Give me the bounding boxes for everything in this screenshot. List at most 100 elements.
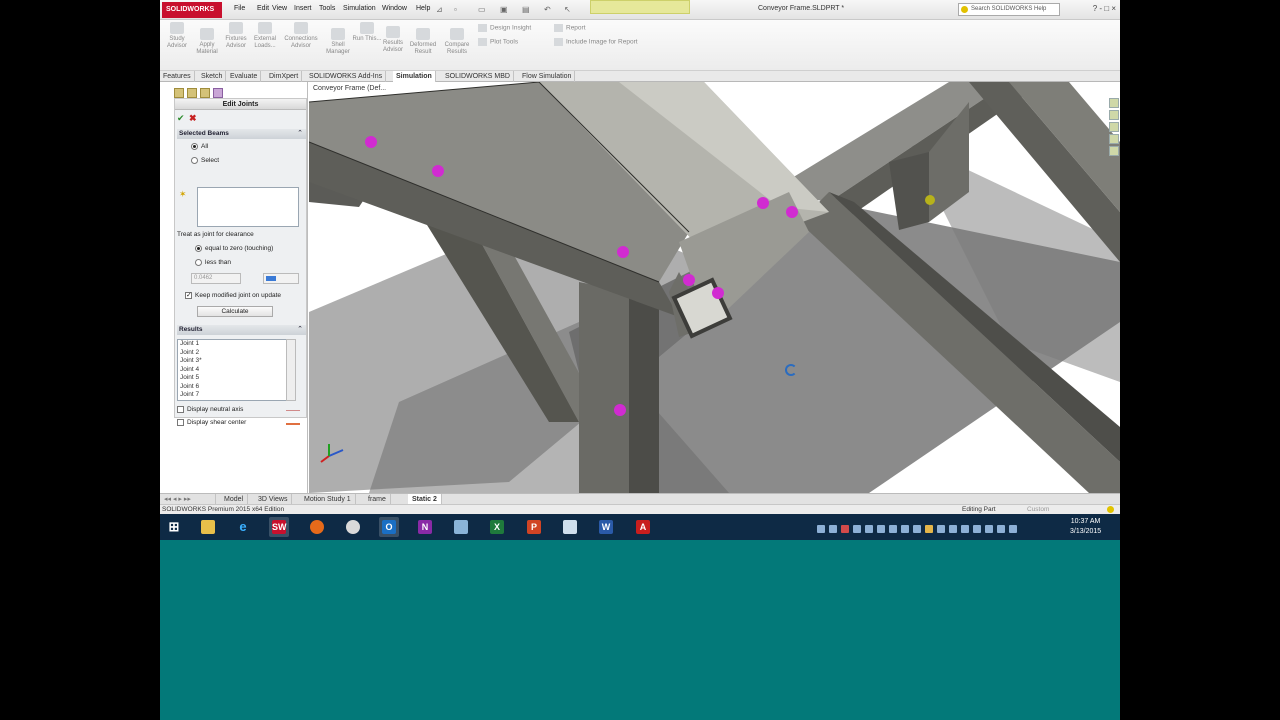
open-icon[interactable]: ▭ [478,5,486,14]
tab-evaluate[interactable]: Evaluate [227,71,262,82]
joint-marker[interactable] [365,136,377,148]
tray-icon[interactable] [829,524,837,533]
pin-icon[interactable]: ⊿ [436,5,443,14]
menu-help[interactable]: Help [416,5,430,12]
tab-simulation[interactable]: Simulation [393,71,436,82]
taskbar-paint[interactable] [343,517,363,537]
tab-features[interactable]: Features [160,71,195,82]
feature-manager-icon[interactable] [174,88,184,98]
window-controls[interactable]: ? - □ × [1093,4,1116,13]
network-tray-icon[interactable] [997,524,1005,533]
tray-icon[interactable] [949,524,957,533]
joint-marker[interactable] [712,287,724,299]
list-item[interactable]: Joint 2 [178,349,295,358]
menu-tools[interactable]: Tools [319,5,335,12]
selected-beams-header[interactable]: Selected Beams ⌃ [177,129,306,139]
taskbar-network[interactable] [451,517,471,537]
menu-simulation[interactable]: Simulation [343,5,376,12]
collapse-icon[interactable]: ⌃ [297,325,303,335]
list-item[interactable]: Joint 7 [178,391,295,400]
radio-equal-zero[interactable] [195,245,202,252]
list-item[interactable]: Joint 4 [178,366,295,375]
taskbar-word[interactable]: W [596,517,616,537]
joint-marker[interactable] [617,246,629,258]
new-icon[interactable]: ▫ [454,5,457,14]
help-search-input[interactable]: Search SOLIDWORKS Help [958,3,1060,16]
results-scrollbar[interactable] [286,339,296,401]
clearance-input[interactable]: 0.0462 [191,273,241,284]
taskbar-clock[interactable]: 10:37 AM 3/13/2015 [1070,517,1101,537]
collapse-icon[interactable]: ⌃ [297,129,303,139]
ok-button[interactable]: ✔ [177,113,185,124]
results-header[interactable]: Results ⌃ [177,325,306,335]
fixtures-advisor-button[interactable]: Fixtures Advisor [221,22,251,50]
joint-marker[interactable] [757,197,769,209]
shell-manager-button[interactable]: Shell Manager [323,28,353,56]
tray-icon[interactable] [985,524,993,533]
connections-advisor-button[interactable]: Connections Advisor [284,22,318,50]
tray-icon[interactable] [901,524,909,533]
shear-center-checkbox[interactable] [177,419,184,426]
apply-material-button[interactable]: Apply Material [192,28,222,56]
plot-tools-button[interactable]: Plot Tools [478,38,518,46]
radio-select[interactable] [191,157,198,164]
joint-marker-warning[interactable] [925,195,935,205]
solidworks-logo[interactable]: SOLIDWORKS [162,2,222,18]
help-icon[interactable] [1107,506,1114,513]
menu-insert[interactable]: Insert [294,5,312,12]
menu-edit[interactable]: Edit [257,5,269,12]
property-manager-icon[interactable] [187,88,197,98]
taskbar-excel[interactable]: X [487,517,507,537]
tab-flow-simulation[interactable]: Flow Simulation [519,71,576,82]
joint-marker[interactable] [786,206,798,218]
selected-beams-list[interactable] [197,187,299,227]
joint-marker[interactable] [432,165,444,177]
print-icon[interactable]: ▤ [522,5,530,14]
joint-marker[interactable] [614,404,626,416]
tab-addins[interactable]: SOLIDWORKS Add-Ins [306,71,387,82]
list-item[interactable]: Joint 5 [178,374,295,383]
neutral-axis-checkbox[interactable] [177,406,184,413]
tab-mbd[interactable]: SOLIDWORKS MBD [442,71,514,82]
list-item[interactable]: Joint 1 [178,340,295,349]
windows-start-button[interactable]: ⊞ [164,517,184,537]
design-insight-button[interactable]: Design Insight [478,24,531,32]
graphics-viewport[interactable]: Conveyor Frame (Def... ⌕ ⊕ ◎ ▣ ◈ ◐ ◉ ▾ ▫… [309,82,1120,493]
menu-file[interactable]: File [234,5,245,12]
taskbar-firefox[interactable] [307,517,327,537]
tab-dimxpert[interactable]: DimXpert [266,71,303,82]
taskbar-outlook[interactable]: O [379,517,399,537]
tray-icon[interactable] [877,524,885,533]
taskbar-notepad[interactable] [560,517,580,537]
tray-icon[interactable] [973,524,981,533]
include-image-button[interactable]: Include Image for Report [554,38,638,46]
unit-select[interactable] [263,273,299,284]
tab-sketch[interactable]: Sketch [198,71,227,82]
volume-icon[interactable] [1009,524,1017,533]
radio-less-than[interactable] [195,259,202,266]
cancel-button[interactable]: ✖ [189,113,197,124]
taskbar-acrobat[interactable]: A [633,517,653,537]
taskbar-internet-explorer[interactable]: e [233,517,253,537]
tray-icon[interactable] [889,524,897,533]
study-advisor-button[interactable]: Study Advisor [162,22,192,50]
report-button[interactable]: Report [554,24,586,32]
menu-window[interactable]: Window [382,5,407,12]
radio-all[interactable] [191,143,198,150]
config-manager-icon[interactable] [200,88,210,98]
taskbar-onenote[interactable]: N [415,517,435,537]
tray-icon[interactable] [937,524,945,533]
deformed-result-button[interactable]: Deformed Result [408,28,438,56]
tray-icon[interactable] [853,524,861,533]
list-item[interactable]: Joint 3* [178,357,295,366]
joint-marker[interactable] [683,274,695,286]
external-loads-button[interactable]: External Loads... [250,22,280,50]
display-manager-icon[interactable] [213,88,223,98]
taskbar-file-explorer[interactable] [198,517,218,537]
results-list[interactable]: Joint 1 Joint 2 Joint 3* Joint 4 Joint 5… [177,339,296,401]
bluetooth-icon[interactable] [961,524,969,533]
keep-modified-checkbox[interactable]: ✓ [185,292,192,299]
taskbar-powerpoint[interactable]: P [524,517,544,537]
tray-icon[interactable] [865,524,873,533]
list-item[interactable]: Joint 6 [178,383,295,392]
